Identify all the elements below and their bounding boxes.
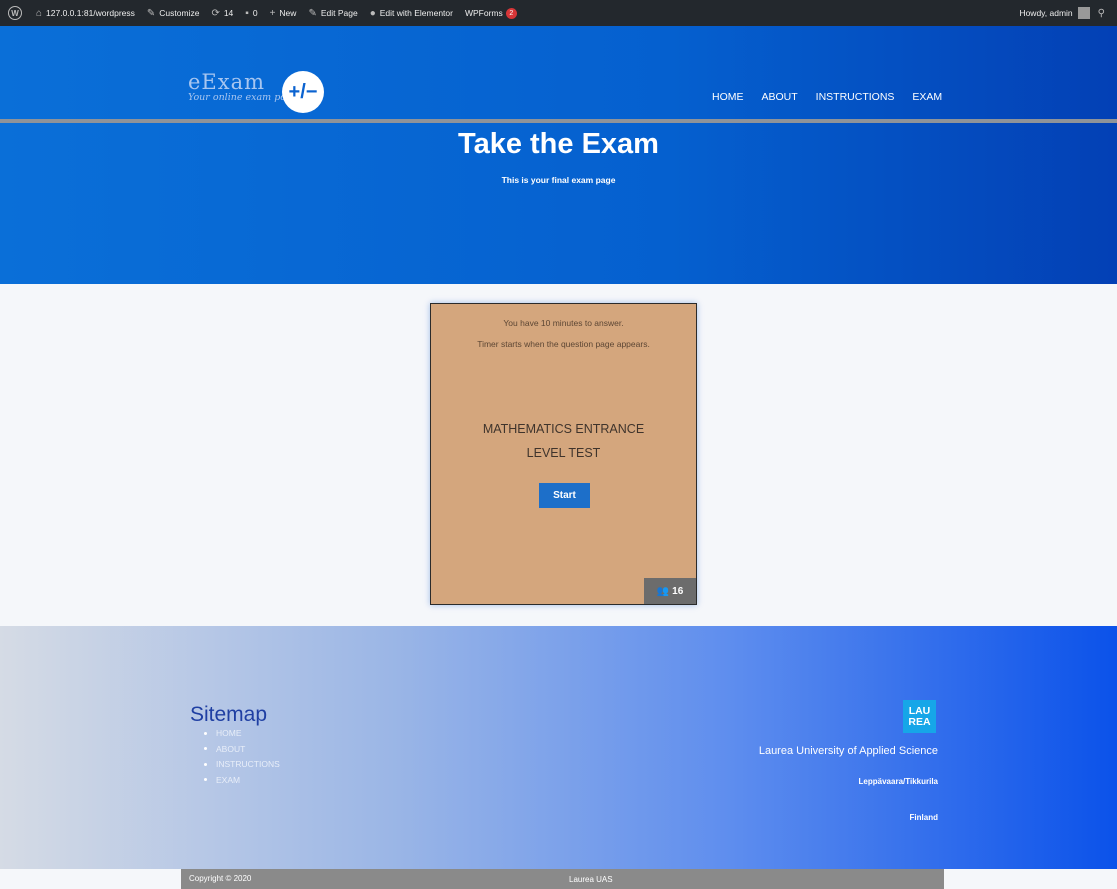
sitemap-item-instructions[interactable]: INSTRUCTIONS — [204, 759, 280, 769]
admin-new-link[interactable]: + New — [270, 8, 297, 19]
footer-brand: Laurea UAS — [569, 875, 613, 884]
plus-icon: + — [269, 7, 276, 19]
laurea-logo-top: LAU — [908, 704, 931, 717]
home-icon: ⌂ — [36, 7, 43, 19]
admin-updates-link[interactable]: ⟳ 14 — [211, 8, 233, 19]
brush-icon: ✎ — [146, 7, 156, 19]
admin-elementor-link[interactable]: ● Edit with Elementor — [370, 8, 453, 19]
exam-timer-note: Timer starts when the question page appe… — [477, 339, 650, 349]
sitemap-item-home[interactable]: HOME — [204, 728, 280, 738]
participant-count: 16 — [672, 585, 684, 597]
nav-instructions[interactable]: INSTRUCTIONS — [816, 91, 895, 103]
admin-comments-link[interactable]: ▪ 0 — [245, 8, 257, 19]
participant-count-badge: 👥 16 — [644, 578, 696, 604]
laurea-logo: LAU REA — [903, 700, 936, 733]
avatar[interactable] — [1077, 7, 1090, 19]
admin-wpforms-link[interactable]: WPForms 2 — [465, 7, 517, 19]
campus-address: Leppävaara/Tikkurila — [858, 777, 938, 786]
admin-customize-link[interactable]: ✎ Customize — [147, 8, 200, 19]
nav-exam[interactable]: EXAM — [912, 91, 942, 103]
start-button[interactable]: Start — [539, 483, 590, 508]
refresh-icon: ⟳ — [211, 7, 220, 19]
main-nav: HOME ABOUT INSTRUCTIONS EXAM — [712, 91, 960, 103]
exam-card[interactable]: You have 10 minutes to answer. Timer sta… — [430, 303, 697, 605]
hero-divider — [0, 119, 1117, 123]
plus-minus-icon: +/− — [282, 71, 324, 113]
sitemap-item-exam[interactable]: EXAM — [204, 775, 280, 785]
page-title: Take the Exam — [458, 128, 659, 160]
wp-admin-bar: W ⌂ 127.0.0.1:81/wordpress ✎ Customize ⟳ 14… — [0, 0, 1117, 26]
page-subtitle: This is your final exam page — [501, 175, 616, 185]
university-name: Laurea University of Applied Science — [758, 745, 938, 757]
wordpress-logo-icon[interactable]: W — [8, 6, 22, 20]
nav-home[interactable]: HOME — [712, 91, 744, 103]
copyright-text: Copyright © 2020 — [189, 874, 252, 883]
search-icon[interactable]: ⚲ — [1098, 8, 1105, 19]
elementor-icon: ● — [369, 7, 376, 19]
laurea-logo-bottom: REA — [908, 715, 931, 728]
admin-site-link[interactable]: ⌂ 127.0.0.1:81/wordpress — [36, 8, 135, 19]
footer: Sitemap HOME ABOUT INSTRUCTIONS EXAM LAU… — [0, 626, 1117, 869]
exam-time-note: You have 10 minutes to answer. — [503, 318, 624, 328]
hero-section: eExam Your online exam portal +/− HOME A… — [0, 26, 1117, 284]
wpforms-badge: 2 — [505, 7, 517, 19]
sitemap-list: HOME ABOUT INSTRUCTIONS EXAM — [204, 728, 280, 790]
howdy-user[interactable]: Howdy, admin — [1019, 8, 1072, 18]
comment-icon: ▪ — [245, 7, 249, 19]
sitemap-title: Sitemap — [190, 703, 268, 726]
admin-edit-page-link[interactable]: ✎ Edit Page — [308, 8, 357, 19]
sitemap-item-about[interactable]: ABOUT — [204, 744, 280, 754]
exam-title-line2: LEVEL TEST — [526, 446, 601, 460]
pencil-icon: ✎ — [308, 7, 317, 19]
users-icon: 👥 — [656, 585, 670, 597]
exam-title-line1: MATHEMATICS ENTRANCE — [482, 422, 645, 436]
copyright-bar: Copyright © 2020 Laurea UAS — [181, 869, 944, 889]
country: Finland — [909, 813, 938, 822]
nav-about[interactable]: ABOUT — [762, 91, 798, 103]
